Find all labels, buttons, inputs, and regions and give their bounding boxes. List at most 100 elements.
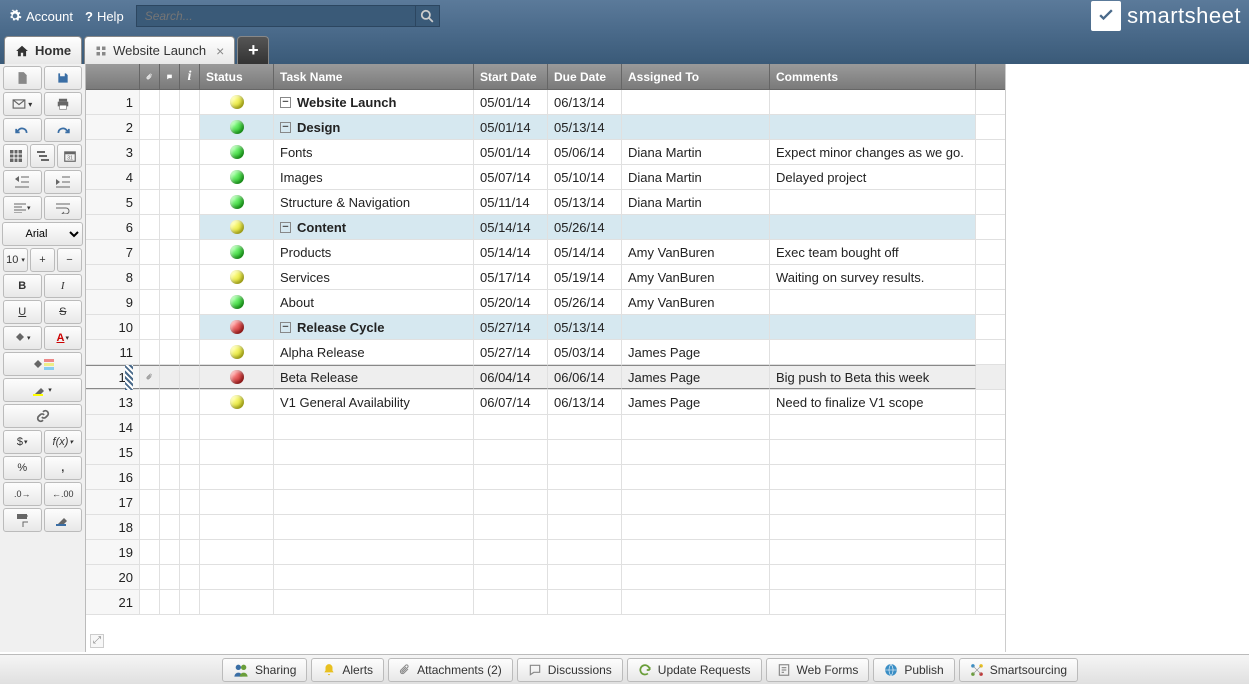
comments-cell[interactable] [770, 415, 976, 439]
due-date-cell[interactable]: 05/19/14 [548, 265, 622, 289]
table-row[interactable]: 5Structure & Navigation05/11/1405/13/14D… [86, 190, 1005, 215]
row-number[interactable]: 16 [86, 465, 140, 489]
table-row[interactable]: 18 [86, 515, 1005, 540]
status-cell[interactable] [200, 215, 274, 239]
comments-cell[interactable] [770, 315, 976, 339]
attachments-tab[interactable]: Attachments (2) [388, 658, 513, 682]
table-row[interactable]: 19 [86, 540, 1005, 565]
due-date-cell[interactable]: 05/13/14 [548, 315, 622, 339]
due-date-cell[interactable] [548, 565, 622, 589]
task-header[interactable]: Task Name [274, 64, 474, 89]
due-date-cell[interactable]: 05/13/14 [548, 190, 622, 214]
indent-button[interactable] [44, 170, 83, 194]
assigned-cell[interactable] [622, 315, 770, 339]
row-number[interactable]: 9 [86, 290, 140, 314]
discussion-cell[interactable] [160, 440, 180, 464]
attachment-cell[interactable] [140, 390, 160, 414]
help-menu[interactable]: ? Help [85, 9, 124, 24]
task-cell[interactable] [274, 590, 474, 614]
row-number[interactable]: 14 [86, 415, 140, 439]
discussion-cell[interactable] [160, 390, 180, 414]
expand-handle[interactable]: ⤢ [90, 634, 104, 648]
assigned-cell[interactable] [622, 490, 770, 514]
redo-button[interactable] [44, 118, 83, 142]
attachment-cell[interactable] [140, 440, 160, 464]
start-date-header[interactable]: Start Date [474, 64, 548, 89]
comments-cell[interactable] [770, 190, 976, 214]
start-date-cell[interactable]: 05/01/14 [474, 90, 548, 114]
search-button[interactable] [416, 5, 440, 27]
info-cell[interactable] [180, 515, 200, 539]
assigned-cell[interactable]: Amy VanBuren [622, 265, 770, 289]
discussion-cell[interactable] [160, 590, 180, 614]
due-date-header[interactable]: Due Date [548, 64, 622, 89]
due-date-cell[interactable]: 05/14/14 [548, 240, 622, 264]
row-number[interactable]: 12 [86, 365, 140, 389]
gantt-view-button[interactable] [30, 144, 55, 168]
status-cell[interactable] [200, 140, 274, 164]
status-cell[interactable] [200, 390, 274, 414]
table-row[interactable]: 6−Content05/14/1405/26/14 [86, 215, 1005, 240]
row-number[interactable]: 2 [86, 115, 140, 139]
row-number[interactable]: 20 [86, 565, 140, 589]
attachment-cell[interactable] [140, 215, 160, 239]
due-date-cell[interactable] [548, 465, 622, 489]
status-cell[interactable] [200, 465, 274, 489]
table-row[interactable]: 13V1 General Availability06/07/1406/13/1… [86, 390, 1005, 415]
task-cell[interactable]: Structure & Navigation [274, 190, 474, 214]
link-button[interactable] [3, 404, 82, 428]
discussion-cell[interactable] [160, 340, 180, 364]
start-date-cell[interactable]: 05/27/14 [474, 315, 548, 339]
discussion-cell[interactable] [160, 565, 180, 589]
start-date-cell[interactable]: 05/27/14 [474, 340, 548, 364]
info-cell[interactable] [180, 340, 200, 364]
row-number[interactable]: 7 [86, 240, 140, 264]
status-cell[interactable] [200, 565, 274, 589]
discussions-tab[interactable]: Discussions [517, 658, 623, 682]
info-cell[interactable] [180, 90, 200, 114]
publish-tab[interactable]: Publish [873, 658, 954, 682]
task-cell[interactable]: −Design [274, 115, 474, 139]
discussion-header[interactable] [160, 64, 180, 89]
row-number[interactable]: 19 [86, 540, 140, 564]
due-date-cell[interactable]: 06/06/14 [548, 365, 622, 389]
start-date-cell[interactable] [474, 415, 548, 439]
row-number[interactable]: 1 [86, 90, 140, 114]
bold-button[interactable]: B [3, 274, 42, 298]
status-cell[interactable] [200, 540, 274, 564]
assigned-cell[interactable] [622, 440, 770, 464]
row-number[interactable]: 6 [86, 215, 140, 239]
due-date-cell[interactable]: 06/13/14 [548, 90, 622, 114]
attachment-cell[interactable] [140, 365, 160, 389]
collapse-toggle[interactable]: − [280, 122, 291, 133]
task-cell[interactable]: Fonts [274, 140, 474, 164]
attachment-cell[interactable] [140, 165, 160, 189]
info-cell[interactable] [180, 315, 200, 339]
info-cell[interactable] [180, 365, 200, 389]
task-cell[interactable]: −Website Launch [274, 90, 474, 114]
table-row[interactable]: 20 [86, 565, 1005, 590]
discussion-cell[interactable] [160, 490, 180, 514]
collapse-toggle[interactable]: − [280, 322, 291, 333]
info-cell[interactable] [180, 415, 200, 439]
table-row[interactable]: 2−Design05/01/1405/13/14 [86, 115, 1005, 140]
assigned-cell[interactable]: Diana Martin [622, 165, 770, 189]
row-number[interactable]: 18 [86, 515, 140, 539]
table-row[interactable]: 3Fonts05/01/1405/06/14Diana MartinExpect… [86, 140, 1005, 165]
row-number[interactable]: 21 [86, 590, 140, 614]
task-cell[interactable]: Beta Release [274, 365, 474, 389]
task-cell[interactable]: V1 General Availability [274, 390, 474, 414]
comments-cell[interactable] [770, 565, 976, 589]
due-date-cell[interactable] [548, 415, 622, 439]
due-date-cell[interactable]: 05/10/14 [548, 165, 622, 189]
info-cell[interactable] [180, 265, 200, 289]
row-number[interactable]: 15 [86, 440, 140, 464]
info-cell[interactable] [180, 390, 200, 414]
table-row[interactable]: 17 [86, 490, 1005, 515]
font-family-select[interactable]: Arial [2, 222, 83, 246]
status-cell[interactable] [200, 340, 274, 364]
due-date-cell[interactable]: 05/26/14 [548, 215, 622, 239]
row-number[interactable]: 11 [86, 340, 140, 364]
row-number[interactable]: 10 [86, 315, 140, 339]
task-cell[interactable]: −Content [274, 215, 474, 239]
